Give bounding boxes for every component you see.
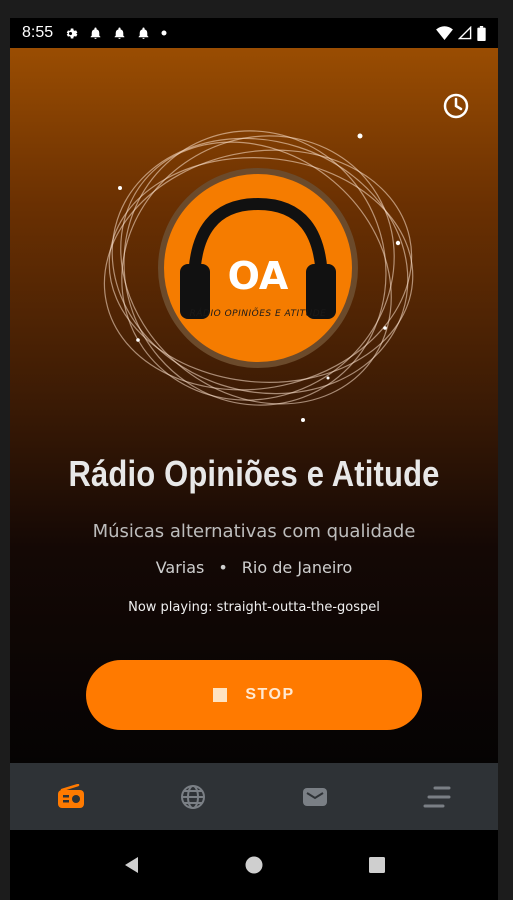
bottom-nav [10, 763, 498, 830]
more-notifications-dot-icon [161, 30, 167, 36]
now-playing: Now playing: straight-outta-the-gospel [128, 600, 380, 615]
notification-bell-icon [89, 26, 102, 41]
logo-initials: OA [227, 254, 289, 298]
cell-signal-icon [458, 26, 472, 40]
menu-icon [423, 786, 451, 807]
battery-icon [477, 25, 486, 41]
history-button[interactable] [440, 90, 472, 122]
settings-gear-icon [63, 26, 78, 41]
stop-icon [213, 688, 228, 702]
notification-bell-icon [137, 26, 150, 41]
status-time: 8:55 [22, 24, 54, 41]
station-artwork: OA RÁDIO OPINIÕES E ATITUDE [98, 108, 418, 428]
device-frame: 8:55 OA RÁDIO OPINIÕES E ATITUDE Rádio O… [0, 0, 513, 900]
wifi-icon [436, 26, 453, 40]
screen: 8:55 OA RÁDIO OPINIÕES E ATITUDE Rádio O… [10, 18, 498, 900]
station-logo: OA RÁDIO OPINIÕES E ATITUDE [158, 168, 358, 368]
status-bar: 8:55 [10, 18, 498, 48]
meta-separator: • [218, 558, 228, 577]
nav-item-explore[interactable] [163, 772, 223, 822]
system-nav-bar [10, 830, 498, 900]
station-genre: Varias [155, 558, 205, 577]
globe-icon [181, 784, 205, 809]
mail-icon [303, 787, 327, 806]
nav-item-more[interactable] [407, 772, 467, 822]
station-meta: Varias • Rio de Janeiro [10, 558, 498, 577]
nav-item-contact[interactable] [285, 772, 345, 822]
back-triangle-icon [125, 857, 139, 873]
player-panel: OA RÁDIO OPINIÕES E ATITUDE Rádio Opiniõ… [10, 48, 498, 763]
nav-item-radio[interactable] [41, 772, 101, 822]
recents-button[interactable] [357, 845, 397, 885]
recents-square-icon [368, 857, 385, 873]
station-location: Rio de Janeiro [241, 558, 353, 577]
stop-label: STOP [245, 686, 295, 703]
home-circle-icon [245, 856, 263, 874]
home-button[interactable] [234, 845, 274, 885]
back-button[interactable] [111, 845, 151, 885]
radio-icon [58, 783, 84, 808]
station-subtitle: Músicas alternativas com qualidade [92, 521, 416, 542]
notification-bell-icon [113, 26, 126, 41]
stop-button[interactable]: STOP [86, 660, 422, 730]
logo-caption: RÁDIO OPINIÕES E ATITUDE [189, 309, 327, 319]
history-clock-icon [443, 93, 469, 119]
station-title: Rádio Opiniões e Atitude [68, 453, 440, 494]
